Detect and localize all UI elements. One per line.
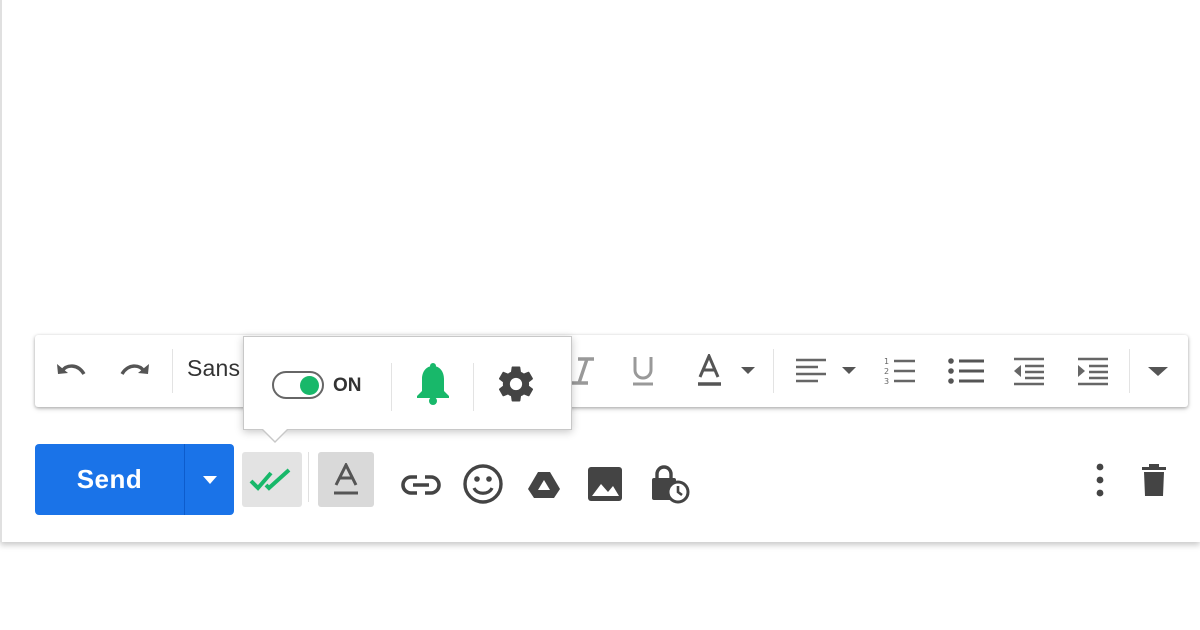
popup-divider [473, 363, 474, 411]
tracking-toggle[interactable] [272, 371, 324, 399]
align-button[interactable] [791, 353, 863, 389]
underline-button[interactable] [625, 353, 661, 389]
svg-text:3: 3 [884, 377, 889, 386]
insert-drive-button[interactable] [522, 463, 566, 507]
tracking-button[interactable] [242, 452, 302, 507]
insert-emoji-button[interactable] [458, 458, 508, 510]
numbered-list-icon: 123 [884, 357, 915, 386]
align-icon [796, 358, 856, 383]
tracking-popup: ON [243, 336, 572, 430]
underline-icon [633, 357, 653, 386]
indent-more-icon [1078, 357, 1108, 386]
notifications-button[interactable] [408, 359, 458, 409]
trash-icon [1142, 464, 1166, 496]
message-body[interactable] [4, 0, 1200, 330]
insert-link-button[interactable] [396, 460, 446, 510]
link-icon [401, 475, 441, 495]
svg-text:2: 2 [884, 367, 889, 376]
drive-icon [528, 472, 560, 498]
more-options-icon [1096, 463, 1104, 497]
send-button-group: Send [35, 444, 234, 515]
formatting-toolbar: Sans 123 [35, 335, 1188, 407]
settings-button[interactable] [491, 359, 541, 409]
toolbar-divider [1129, 349, 1130, 393]
popup-pointer-fill [262, 428, 288, 441]
emoji-icon [463, 464, 503, 504]
bulleted-list-icon [948, 358, 984, 384]
indent-more-button[interactable] [1069, 353, 1115, 389]
text-color-icon [698, 354, 755, 386]
undo-button[interactable] [49, 353, 93, 389]
action-divider [308, 452, 309, 502]
indent-less-icon [1014, 357, 1044, 386]
toggle-state-label: ON [333, 375, 362, 396]
redo-button[interactable] [113, 353, 157, 389]
insert-photo-button[interactable] [582, 460, 628, 508]
numbered-list-button[interactable]: 123 [877, 353, 923, 389]
photo-icon [588, 467, 622, 501]
redo-icon [120, 364, 149, 375]
toolbar-divider [172, 349, 173, 393]
discard-draft-button[interactable] [1134, 458, 1174, 502]
double-check-icon [249, 468, 291, 491]
formatting-options-icon [334, 462, 358, 494]
font-selector[interactable]: Sans [187, 355, 240, 382]
gear-icon [498, 366, 534, 402]
chevron-down-icon [202, 475, 217, 484]
more-formatting-button[interactable] [1139, 353, 1177, 389]
italic-icon [572, 357, 594, 385]
bell-icon [417, 363, 449, 405]
undo-icon [57, 364, 86, 375]
svg-text:1: 1 [884, 357, 889, 366]
send-button[interactable]: Send [35, 444, 184, 515]
popup-divider [391, 363, 392, 411]
toolbar-divider [773, 349, 774, 393]
bulleted-list-button[interactable] [941, 353, 991, 389]
confidential-mode-button[interactable] [646, 460, 692, 508]
send-options-button[interactable] [185, 444, 234, 515]
more-formatting-icon [1148, 367, 1168, 376]
confidential-mode-icon [652, 465, 690, 504]
formatting-options-button[interactable] [318, 452, 374, 507]
toggle-knob [300, 376, 319, 395]
text-color-button[interactable] [693, 353, 763, 389]
more-options-button[interactable] [1086, 460, 1114, 500]
indent-less-button[interactable] [1005, 353, 1051, 389]
